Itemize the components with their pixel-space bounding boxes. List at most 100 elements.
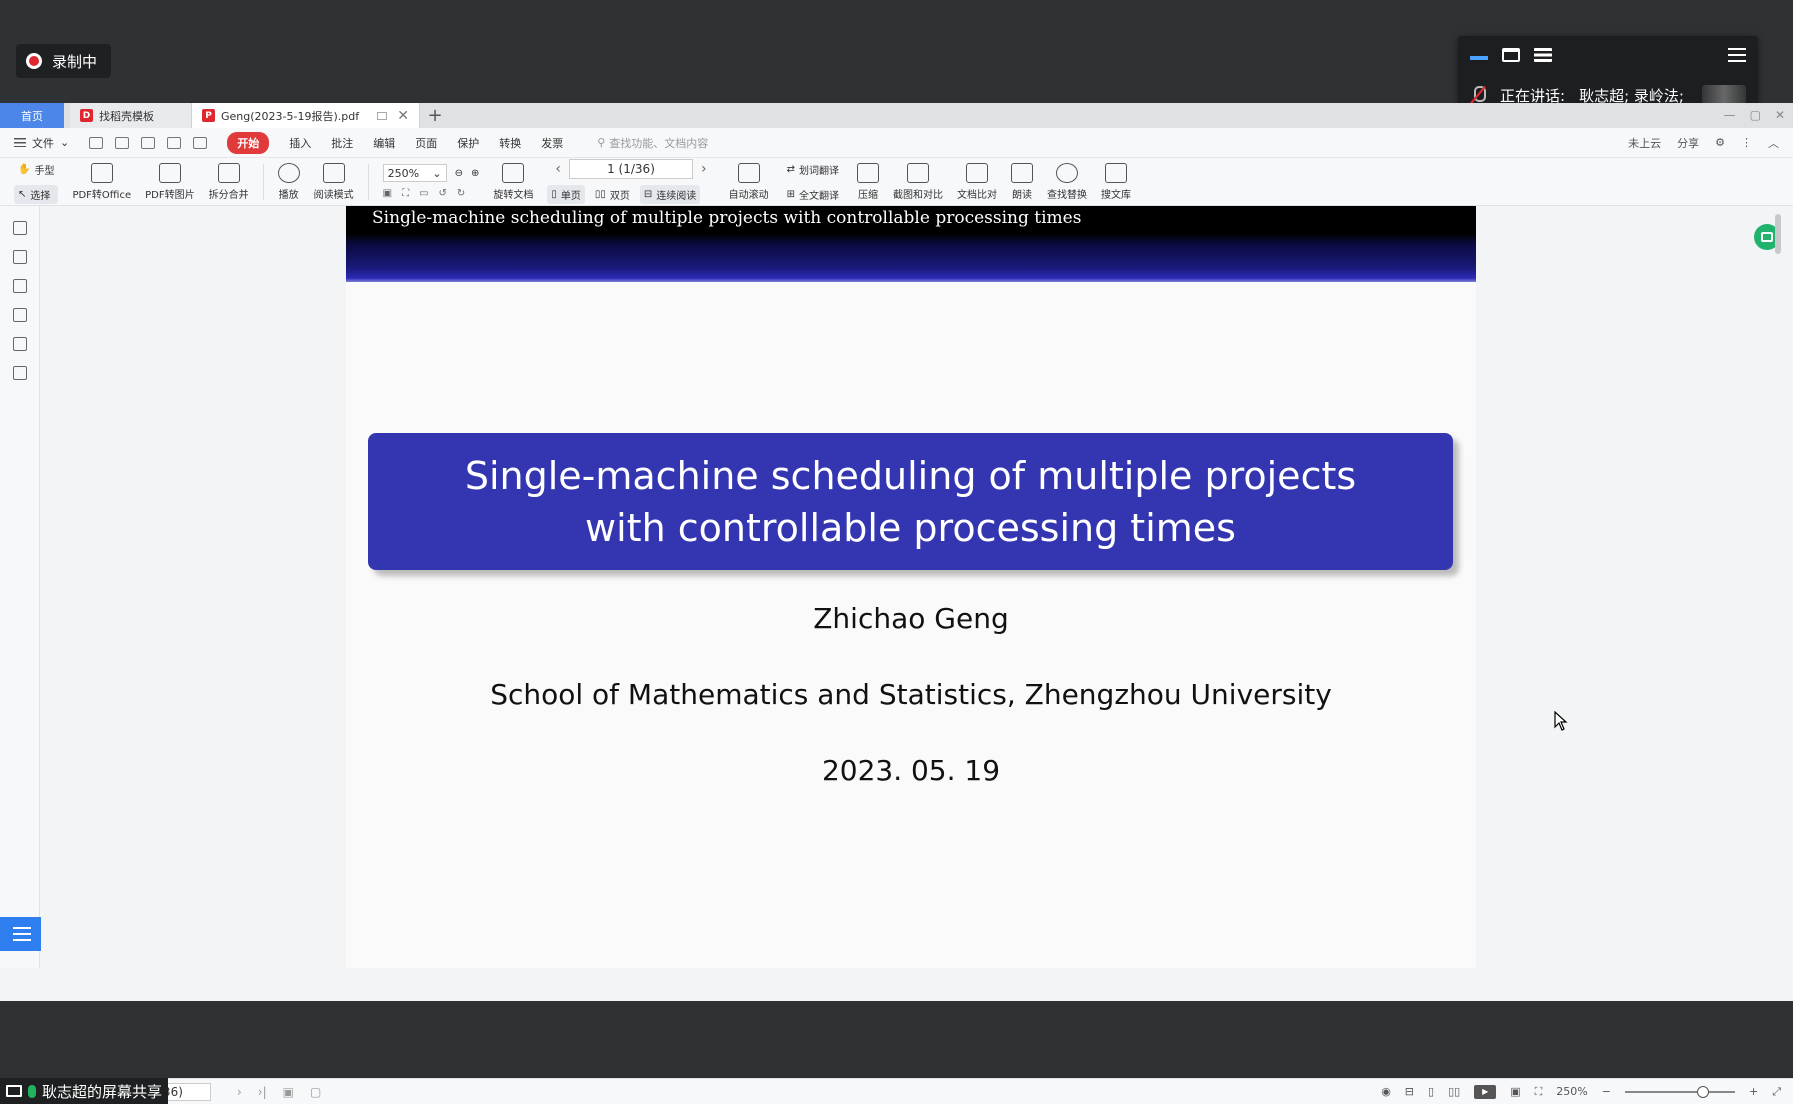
- next-page-icon[interactable]: ›: [693, 161, 715, 177]
- share-button[interactable]: 分享: [1677, 135, 1699, 151]
- menu-icon[interactable]: [1728, 48, 1746, 62]
- attachment-icon[interactable]: [12, 308, 27, 322]
- comment-icon[interactable]: [12, 279, 27, 293]
- pdf-to-office-button[interactable]: PDF转Office: [72, 162, 132, 201]
- cloud-sync-button[interactable]: 未上云: [1628, 135, 1661, 151]
- double-page-button[interactable]: ▯▯ 双页: [591, 185, 634, 204]
- tab-document-label: Geng(2023-5-19报告).pdf: [221, 109, 360, 123]
- menu-annotate[interactable]: 批注: [331, 135, 353, 151]
- last-page-icon[interactable]: ›|: [250, 1085, 275, 1099]
- hand-tool[interactable]: ✋ 手型: [14, 160, 58, 179]
- ribbon-toolbar: ✋ 手型 ↖ 选择 PDF转Office PDF转图片 拆分合并 播放 阅读模式 2…: [0, 158, 1793, 206]
- fit-page-icon[interactable]: ⛶: [1535, 1085, 1543, 1099]
- menu-start[interactable]: 开始: [227, 131, 270, 154]
- bookmark-icon[interactable]: [12, 221, 27, 235]
- minimize-window-icon[interactable]: —: [1724, 108, 1736, 122]
- zoom-in-icon[interactable]: ⊕: [471, 168, 479, 179]
- settings-icon[interactable]: ⚙: [1715, 136, 1725, 149]
- play-button[interactable]: 播放: [277, 162, 300, 201]
- toc-button[interactable]: [0, 917, 44, 951]
- signature-icon[interactable]: [12, 337, 27, 351]
- vertical-scrollbar[interactable]: [1775, 214, 1781, 254]
- single-view-icon[interactable]: ▯: [1428, 1085, 1434, 1098]
- compress-button[interactable]: 压缩: [857, 162, 879, 201]
- rotate-right-icon[interactable]: ↻: [457, 188, 465, 199]
- tab-document[interactable]: P Geng(2023-5-19报告).pdf ✕: [192, 103, 420, 128]
- play-slideshow-icon[interactable]: ▶: [1474, 1084, 1497, 1099]
- zoom-select[interactable]: 250% ⌄: [382, 164, 447, 182]
- zoom-in-icon[interactable]: +: [1749, 1085, 1758, 1098]
- open-icon[interactable]: [89, 136, 104, 149]
- zoom-out-icon[interactable]: −: [1602, 1085, 1611, 1098]
- save-icon[interactable]: [115, 136, 130, 149]
- prev-page-icon[interactable]: ‹: [547, 161, 569, 177]
- more-icon[interactable]: ⋮: [1741, 136, 1752, 149]
- eye-protect-icon[interactable]: ◉: [1381, 1085, 1391, 1098]
- auto-scroll-button[interactable]: 自动滚动: [729, 162, 769, 201]
- search-library-button[interactable]: 搜文库: [1101, 162, 1131, 201]
- split-merge-button[interactable]: 拆分合并: [209, 162, 249, 201]
- doc-compare-button[interactable]: 文档比对: [957, 162, 997, 201]
- redo-icon[interactable]: [193, 136, 208, 149]
- rotate-doc-button[interactable]: 旋转文档: [493, 162, 533, 201]
- select-tool-label: 选择: [30, 190, 51, 202]
- layers-icon[interactable]: [12, 366, 27, 380]
- rotate-left-icon[interactable]: ↺: [439, 188, 447, 199]
- actual-size-icon[interactable]: ▣: [1510, 1085, 1520, 1098]
- mouse-cursor-icon: [1554, 711, 1568, 731]
- tab-home[interactable]: 首页: [0, 103, 64, 128]
- search-box[interactable]: ⚲ 查找功能、文档内容: [597, 135, 708, 151]
- list-view-icon[interactable]: [1534, 48, 1552, 62]
- menu-invoice[interactable]: 发票: [541, 135, 563, 151]
- zoom-out-icon[interactable]: ⊖: [455, 168, 463, 179]
- pdf-to-image-button[interactable]: PDF转图片: [145, 162, 195, 201]
- menu-protect[interactable]: 保护: [457, 135, 479, 151]
- chevron-down-icon: ⌄: [432, 166, 442, 180]
- pdf-to-office-label: PDF转Office: [72, 189, 132, 201]
- collapse-ribbon-icon[interactable]: ︿: [1768, 135, 1779, 151]
- pin-icon[interactable]: [377, 111, 388, 120]
- fit-icon[interactable]: ▣: [275, 1085, 302, 1099]
- status-zoom-value[interactable]: 250%: [1556, 1085, 1587, 1098]
- fit-page-icon[interactable]: ⛶: [402, 188, 409, 199]
- menu-insert[interactable]: 插入: [289, 135, 311, 151]
- maximize-window-icon[interactable]: ▢: [1750, 108, 1761, 122]
- add-tab-button[interactable]: +: [420, 103, 450, 128]
- menu-page[interactable]: 页面: [415, 135, 437, 151]
- double-view-icon[interactable]: ▯▯: [1448, 1085, 1460, 1098]
- window-icon[interactable]: [1502, 48, 1520, 62]
- menu-edit[interactable]: 编辑: [373, 135, 395, 151]
- recording-badge[interactable]: 录制中: [16, 44, 112, 78]
- file-menu[interactable]: 文件 ⌄: [14, 135, 69, 151]
- continuous-view-icon[interactable]: ⊟: [1405, 1085, 1414, 1098]
- word-translate-button[interactable]: ⇄ 划词翻译: [783, 160, 843, 179]
- menu-convert[interactable]: 转换: [499, 135, 521, 151]
- zoom-slider[interactable]: [1624, 1085, 1735, 1098]
- tab-template[interactable]: D 找稻壳模板: [70, 103, 192, 128]
- double-page-icon: ▯▯: [594, 189, 606, 200]
- fit-alt-icon[interactable]: ▢: [302, 1085, 329, 1099]
- fit-width-icon[interactable]: ▭: [419, 188, 428, 199]
- close-tab-icon[interactable]: ✕: [397, 108, 409, 124]
- find-replace-label: 查找替换: [1047, 189, 1087, 201]
- mic-muted-icon: [1470, 86, 1486, 104]
- select-tool[interactable]: ↖ 选择: [14, 184, 59, 204]
- full-translate-button[interactable]: ⊞ 全文翻译: [783, 185, 843, 204]
- screenshot-compare-button[interactable]: 截图和对比: [893, 162, 943, 201]
- find-replace-button[interactable]: 查找替换: [1047, 162, 1087, 201]
- next-page-icon[interactable]: ›: [229, 1085, 250, 1099]
- single-page-button[interactable]: ▯ 单页: [547, 185, 585, 204]
- hand-tool-label: 手型: [34, 165, 55, 177]
- read-aloud-button[interactable]: 朗读: [1011, 162, 1033, 201]
- print-icon[interactable]: [141, 136, 156, 149]
- document-view[interactable]: Single-machine scheduling of multiple pr…: [41, 206, 1781, 968]
- close-window-icon[interactable]: ✕: [1775, 108, 1785, 122]
- continuous-button[interactable]: ⊟ 连续阅读: [639, 185, 701, 204]
- thumbnail-icon[interactable]: [12, 250, 27, 264]
- fullscreen-icon[interactable]: ⤢: [1772, 1085, 1781, 1099]
- undo-icon[interactable]: [167, 136, 182, 149]
- actual-size-icon[interactable]: ▣: [383, 188, 392, 199]
- page-input[interactable]: 1 (1/36): [569, 159, 693, 179]
- minimize-icon[interactable]: [1470, 50, 1488, 60]
- read-mode-button[interactable]: 阅读模式: [314, 162, 354, 201]
